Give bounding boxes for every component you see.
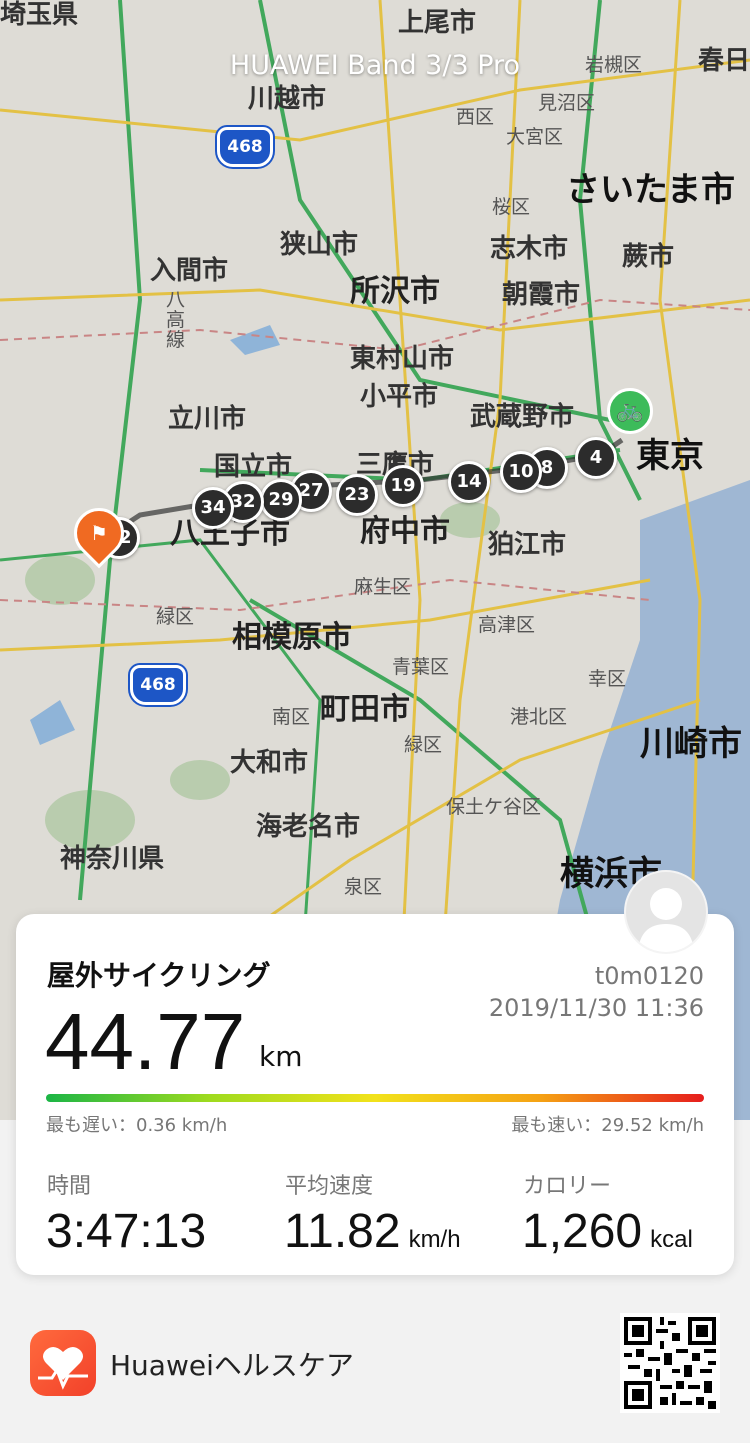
route-km-marker[interactable]: 14 — [448, 461, 490, 503]
map-label: 立川市 — [168, 404, 247, 434]
map-label: 武蔵野市 — [470, 402, 575, 432]
activity-summary-card: 屋外サイクリング t0m0120 2019/11/30 11:36 44.77 … — [16, 914, 734, 1275]
route-km-marker[interactable]: 10 — [500, 451, 542, 493]
stat-number: 3:47:13 — [46, 1205, 207, 1258]
map-label: 入間市 — [150, 256, 229, 286]
map-label: 朝霞市 — [502, 280, 581, 310]
route-km-marker[interactable]: 4 — [575, 437, 617, 479]
map-label: 麻生区 — [354, 576, 412, 598]
route-shield-468: 468 — [217, 127, 273, 167]
stat-number: 1,260 — [522, 1205, 643, 1258]
map-label: 海老名市 — [256, 812, 361, 842]
fastest-speed: 最も速い：29.52 km/h — [511, 1115, 704, 1136]
device-name: HUAWEI Band 3/3 Pro — [229, 50, 521, 81]
map-label: 東村山市 — [350, 344, 455, 374]
map-label: 桜区 — [492, 196, 531, 218]
map-label: 埼玉県 — [0, 0, 79, 30]
map-label: 志木市 — [490, 234, 569, 264]
stat-unit: kcal — [650, 1226, 693, 1253]
map-label: 小平市 — [360, 382, 439, 412]
map-label: 狛江市 — [488, 530, 567, 560]
map-label: 府中市 — [360, 514, 450, 549]
map-label: 緑区 — [156, 606, 195, 628]
map-label: 大和市 — [230, 748, 309, 778]
map-label: 所沢市 — [350, 274, 440, 309]
map-label: 川越市 — [248, 84, 327, 114]
activity-datetime: 2019/11/30 11:36 — [488, 994, 704, 1022]
activity-type: 屋外サイクリング — [47, 959, 271, 992]
map-label: 緑区 — [404, 734, 443, 756]
map-label: 東京 — [636, 436, 704, 476]
map-label: 高津区 — [478, 614, 536, 636]
map-label: 相模原市 — [232, 620, 352, 655]
app-name: Huaweiヘルスケア — [110, 1349, 354, 1382]
map-label: 大宮区 — [506, 126, 564, 148]
stat-number: 11.82 — [284, 1205, 401, 1258]
start-bicycle-icon[interactable]: 🚲 — [607, 388, 653, 434]
slowest-speed: 最も遅い：0.36 km/h — [46, 1115, 228, 1136]
stat-unit: km/h — [408, 1226, 461, 1253]
map-label: 泉区 — [344, 876, 383, 898]
map-label: 保土ケ谷区 — [446, 796, 542, 818]
heart-icon — [38, 1346, 88, 1390]
map-label: 青葉区 — [392, 656, 450, 678]
route-km-marker[interactable]: 19 — [382, 465, 424, 507]
map-label: 川崎市 — [640, 724, 742, 764]
stat-value-avg-speed: 11.82 km/h — [284, 1204, 461, 1259]
stat-label-time: 時間 — [47, 1174, 92, 1199]
map-label: 幸区 — [588, 668, 627, 690]
map-label: 町田市 — [320, 692, 410, 727]
rail-line-label: 八高線 — [166, 289, 186, 351]
route-km-marker[interactable]: 23 — [336, 474, 378, 516]
map-label: 蕨市 — [622, 242, 675, 272]
stat-value-calories: 1,260 kcal — [522, 1204, 693, 1259]
speed-gradient-bar — [46, 1094, 704, 1102]
stat-label-calories: カロリー — [523, 1174, 612, 1199]
route-shield-468: 468 — [130, 665, 186, 705]
route-km-marker[interactable]: 34 — [192, 487, 234, 529]
map-label: 狭山市 — [280, 230, 359, 260]
map-label: 神奈川県 — [60, 844, 165, 874]
qr-code-graphic — [620, 1313, 720, 1413]
map-label: 上尾市 — [398, 8, 477, 38]
qr-code — [620, 1313, 720, 1413]
route-km-marker[interactable]: 29 — [260, 479, 302, 521]
distance-unit: km — [259, 1040, 303, 1073]
map-label: 見沼区 — [538, 92, 596, 114]
huawei-health-app-icon — [30, 1330, 96, 1396]
distance-value: 44.77 — [45, 997, 246, 1086]
stat-value-time: 3:47:13 — [46, 1204, 206, 1259]
stat-label-avg-speed: 平均速度 — [285, 1174, 374, 1199]
map-label: 国立市 — [214, 452, 293, 482]
map-label: 西区 — [456, 106, 495, 128]
map-label: 南区 — [272, 706, 311, 728]
user-id: t0m0120 — [594, 962, 704, 990]
map-label: さいたま市 — [566, 170, 735, 210]
person-icon — [638, 888, 694, 952]
map-label: 港北区 — [510, 706, 568, 728]
user-avatar[interactable] — [624, 870, 708, 954]
